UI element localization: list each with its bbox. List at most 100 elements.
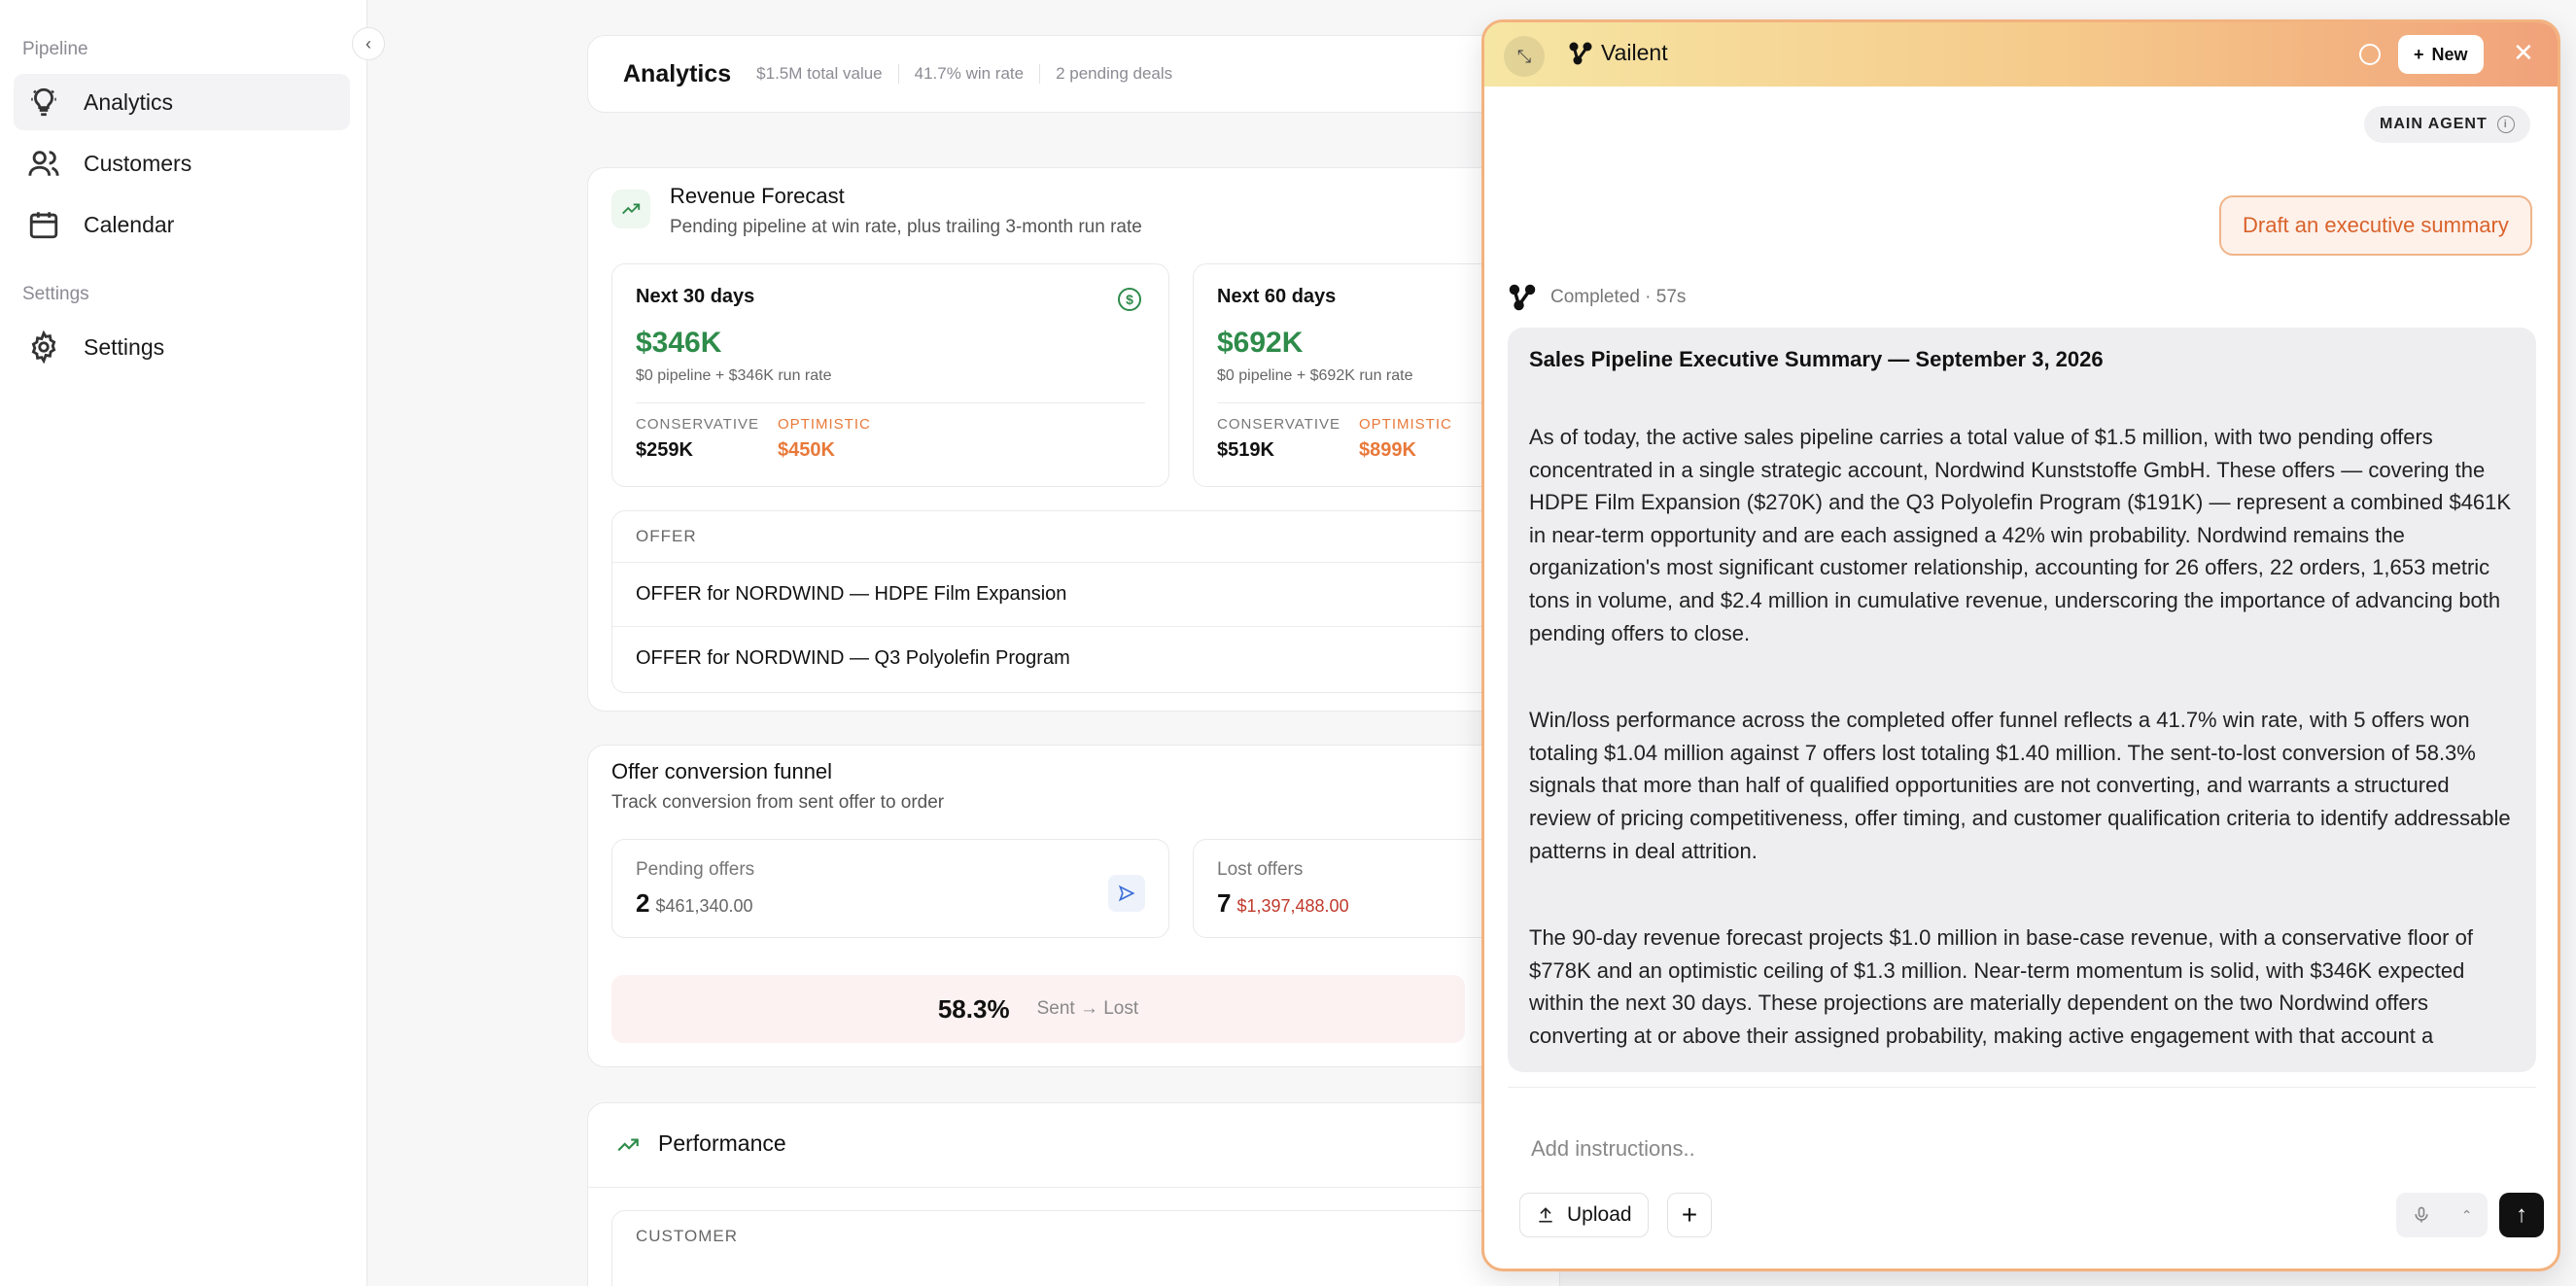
response-paragraph: The 90-day revenue forecast projects $1.… — [1529, 925, 2473, 1048]
period-note: $0 pipeline + $692K run rate — [1217, 367, 1413, 384]
sidebar-item-analytics[interactable]: Analytics — [14, 74, 350, 130]
period-amount: $346K — [636, 327, 722, 359]
period-title: Next 60 days — [1217, 286, 1337, 307]
stat-label: Lost offers — [1217, 859, 1304, 880]
sidebar: Pipeline Analytics Customers Calendar Se… — [0, 0, 367, 1286]
plus-icon: + — [2414, 44, 2424, 64]
lightbulb-icon — [31, 87, 56, 117]
add-attachment-button[interactable]: + — [1667, 1193, 1712, 1237]
pending-offers-stat: Pending offers 2 $461,340.00 — [611, 839, 1169, 938]
users-icon — [28, 151, 59, 176]
customer-column-header: CUSTOMER — [636, 1227, 738, 1245]
brand: Vailent — [1568, 40, 1668, 66]
optimistic-label: OPTIMISTIC — [1359, 416, 1452, 433]
win-rate: 41.7% win rate — [897, 64, 1039, 84]
offer-name: OFFER for NORDWIND — Q3 Polyolefin Progr… — [636, 647, 1070, 669]
optimistic-value: $899K — [1359, 439, 1416, 461]
upload-button[interactable]: Upload — [1519, 1193, 1649, 1237]
voice-input-group[interactable]: ⌃ — [2396, 1193, 2488, 1237]
forecast-title: Revenue Forecast — [670, 184, 845, 208]
page-title: Analytics — [623, 59, 732, 87]
assistant-response: Sales Pipeline Executive Summary — Septe… — [1508, 328, 2536, 1072]
customer-table: CUSTOMER — [611, 1210, 1560, 1286]
sidebar-item-calendar[interactable]: Calendar — [14, 196, 350, 253]
offer-column-header: OFFER — [636, 527, 697, 545]
vailent-logo-icon — [1509, 284, 1536, 311]
analytics-header: Analytics $1.5M total value 41.7% win ra… — [587, 35, 1559, 113]
response-title: Sales Pipeline Executive Summary — Septe… — [1529, 347, 2104, 371]
microphone-icon[interactable] — [2412, 1205, 2431, 1225]
optimistic-value: $450K — [778, 439, 835, 461]
sidebar-section-pipeline: Pipeline — [22, 39, 88, 59]
forecast-period-30: Next 30 days $ $346K $0 pipeline + $346K… — [611, 263, 1169, 487]
new-chat-button[interactable]: + New — [2398, 35, 2484, 74]
conversion-label: Sent → Lost — [1036, 998, 1139, 1019]
expand-button[interactable]: ⤡ — [1504, 36, 1545, 77]
table-row[interactable]: OFFER for NORDWIND — Q3 Polyolefin Progr… — [612, 626, 1559, 690]
conversion-percent: 58.3% — [937, 993, 1010, 1024]
chevron-up-icon[interactable]: ⌃ — [2461, 1207, 2473, 1224]
offer-name: OFFER for NORDWIND — HDPE Film Expansion — [636, 583, 1067, 605]
table-row[interactable]: OFFER for NORDWIND — HDPE Film Expansion — [612, 562, 1559, 626]
chat-header: ⤡ Vailent + New ✕ — [1484, 22, 2558, 87]
assistant-chat-panel: ⤡ Vailent + New ✕ MAIN AGENT i Draft an e… — [1481, 19, 2560, 1271]
pending-deals: 2 pending deals — [1039, 64, 1188, 84]
upload-icon — [1539, 1207, 1552, 1223]
divider — [636, 402, 1145, 403]
new-label: New — [2431, 44, 2468, 64]
send-icon — [1108, 875, 1145, 912]
arrow-up-icon: ↑ — [2516, 1201, 2527, 1228]
send-button[interactable]: ↑ — [2499, 1193, 2544, 1237]
pending-offers-table: OFFER OFFER for NORDWIND — HDPE Film Exp… — [611, 510, 1560, 693]
chevron-left-icon: ‹ — [366, 33, 371, 53]
gear-icon — [31, 330, 56, 364]
conversion-funnel-card: Offer conversion funnel Track conversion… — [587, 745, 1582, 1067]
period-note: $0 pipeline + $346K run rate — [636, 367, 832, 384]
stat-amount: $461,340.00 — [655, 896, 753, 916]
sidebar-item-label: Settings — [84, 333, 165, 360]
close-icon[interactable]: ✕ — [2513, 38, 2534, 68]
brand-name: Vailent — [1601, 40, 1668, 65]
period-title: Next 30 days — [636, 286, 755, 307]
total-value: $1.5M total value — [756, 64, 883, 83]
performance-card: Performance CUSTOMER — [587, 1102, 1560, 1286]
instructions-input[interactable]: Add instructions.. — [1531, 1136, 1695, 1162]
forecast-subtitle: Pending pipeline at win rate, plus trail… — [670, 217, 1142, 237]
sidebar-section-settings: Settings — [22, 284, 89, 304]
conservative-label: CONSERVATIVE — [636, 416, 760, 433]
performance-title: Performance — [658, 1130, 786, 1156]
conservative-value: $519K — [1217, 439, 1274, 461]
history-icon[interactable] — [2359, 44, 2381, 65]
divider — [588, 1187, 1558, 1188]
upload-label: Upload — [1567, 1203, 1632, 1226]
agent-badge[interactable]: MAIN AGENT i — [2364, 106, 2530, 143]
trending-up-icon — [611, 190, 650, 228]
sidebar-item-label: Analytics — [84, 88, 174, 115]
funnel-title: Offer conversion funnel — [611, 759, 833, 783]
calendar-icon — [29, 212, 58, 239]
response-status: Completed · 57s — [1508, 283, 1686, 312]
collapse-sidebar-button[interactable]: ‹ — [352, 27, 385, 60]
response-paragraph: Win/loss performance across the complete… — [1529, 708, 2511, 863]
expand-icon: ⤡ — [1516, 46, 1532, 66]
user-message: Draft an executive summary — [2219, 195, 2532, 256]
stat-label: Pending offers — [636, 859, 755, 880]
agent-badge-label: MAIN AGENT — [2380, 116, 2488, 132]
funnel-subtitle: Track conversion from sent offer to orde… — [611, 792, 945, 813]
response-paragraph: As of today, the active sales pipeline c… — [1529, 425, 2512, 645]
conservative-label: CONSERVATIVE — [1217, 416, 1341, 433]
stat-count: 2 $461,340.00 — [636, 888, 753, 918]
stat-amount: $1,397,488.00 — [1236, 896, 1349, 916]
optimistic-label: OPTIMISTIC — [778, 416, 871, 433]
chat-input-area: Add instructions.. Upload + ⌃ ↑ — [1508, 1087, 2544, 1257]
stat-count: 7 $1,397,488.00 — [1217, 888, 1349, 918]
conversion-rate-bar: 58.3% Sent → Lost — [611, 975, 1465, 1043]
status-text: Completed · 57s — [1550, 287, 1687, 307]
period-amount: $692K — [1217, 327, 1304, 359]
dollar-icon: $ — [1118, 288, 1141, 311]
info-icon: i — [2496, 116, 2515, 133]
revenue-forecast-card: Revenue Forecast Pending pipeline at win… — [587, 167, 1582, 712]
sidebar-item-customers[interactable]: Customers — [14, 135, 350, 191]
trending-up-icon — [617, 1138, 639, 1152]
sidebar-item-settings[interactable]: Settings — [14, 319, 350, 375]
